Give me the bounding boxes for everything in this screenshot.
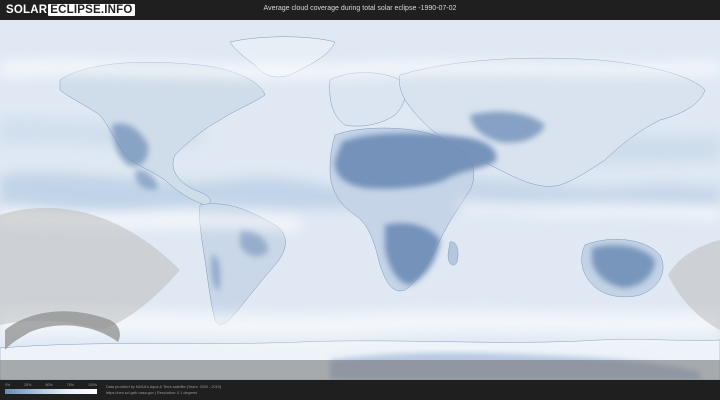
- legend-gradient-bar: [5, 389, 97, 394]
- logo-text-eclipse-info: ECLIPSE.INFO: [48, 4, 135, 16]
- logo-text-solar: SOLAR: [6, 4, 48, 16]
- map-title: Average cloud coverage during total sola…: [263, 5, 457, 12]
- data-credit: Data provided by NASA's Aqua & Terra sat…: [106, 384, 221, 396]
- cloud-coverage-map: [0, 20, 720, 380]
- site-logo[interactable]: SOLAR ECLIPSE.INFO: [6, 3, 135, 17]
- credit-line-url: https://neo.sci.gsfc.nasa.gov | Resoluti…: [106, 391, 198, 395]
- header-bar: SOLAR ECLIPSE.INFO Average cloud coverag…: [0, 0, 720, 20]
- map-bottom-shade: [0, 360, 720, 380]
